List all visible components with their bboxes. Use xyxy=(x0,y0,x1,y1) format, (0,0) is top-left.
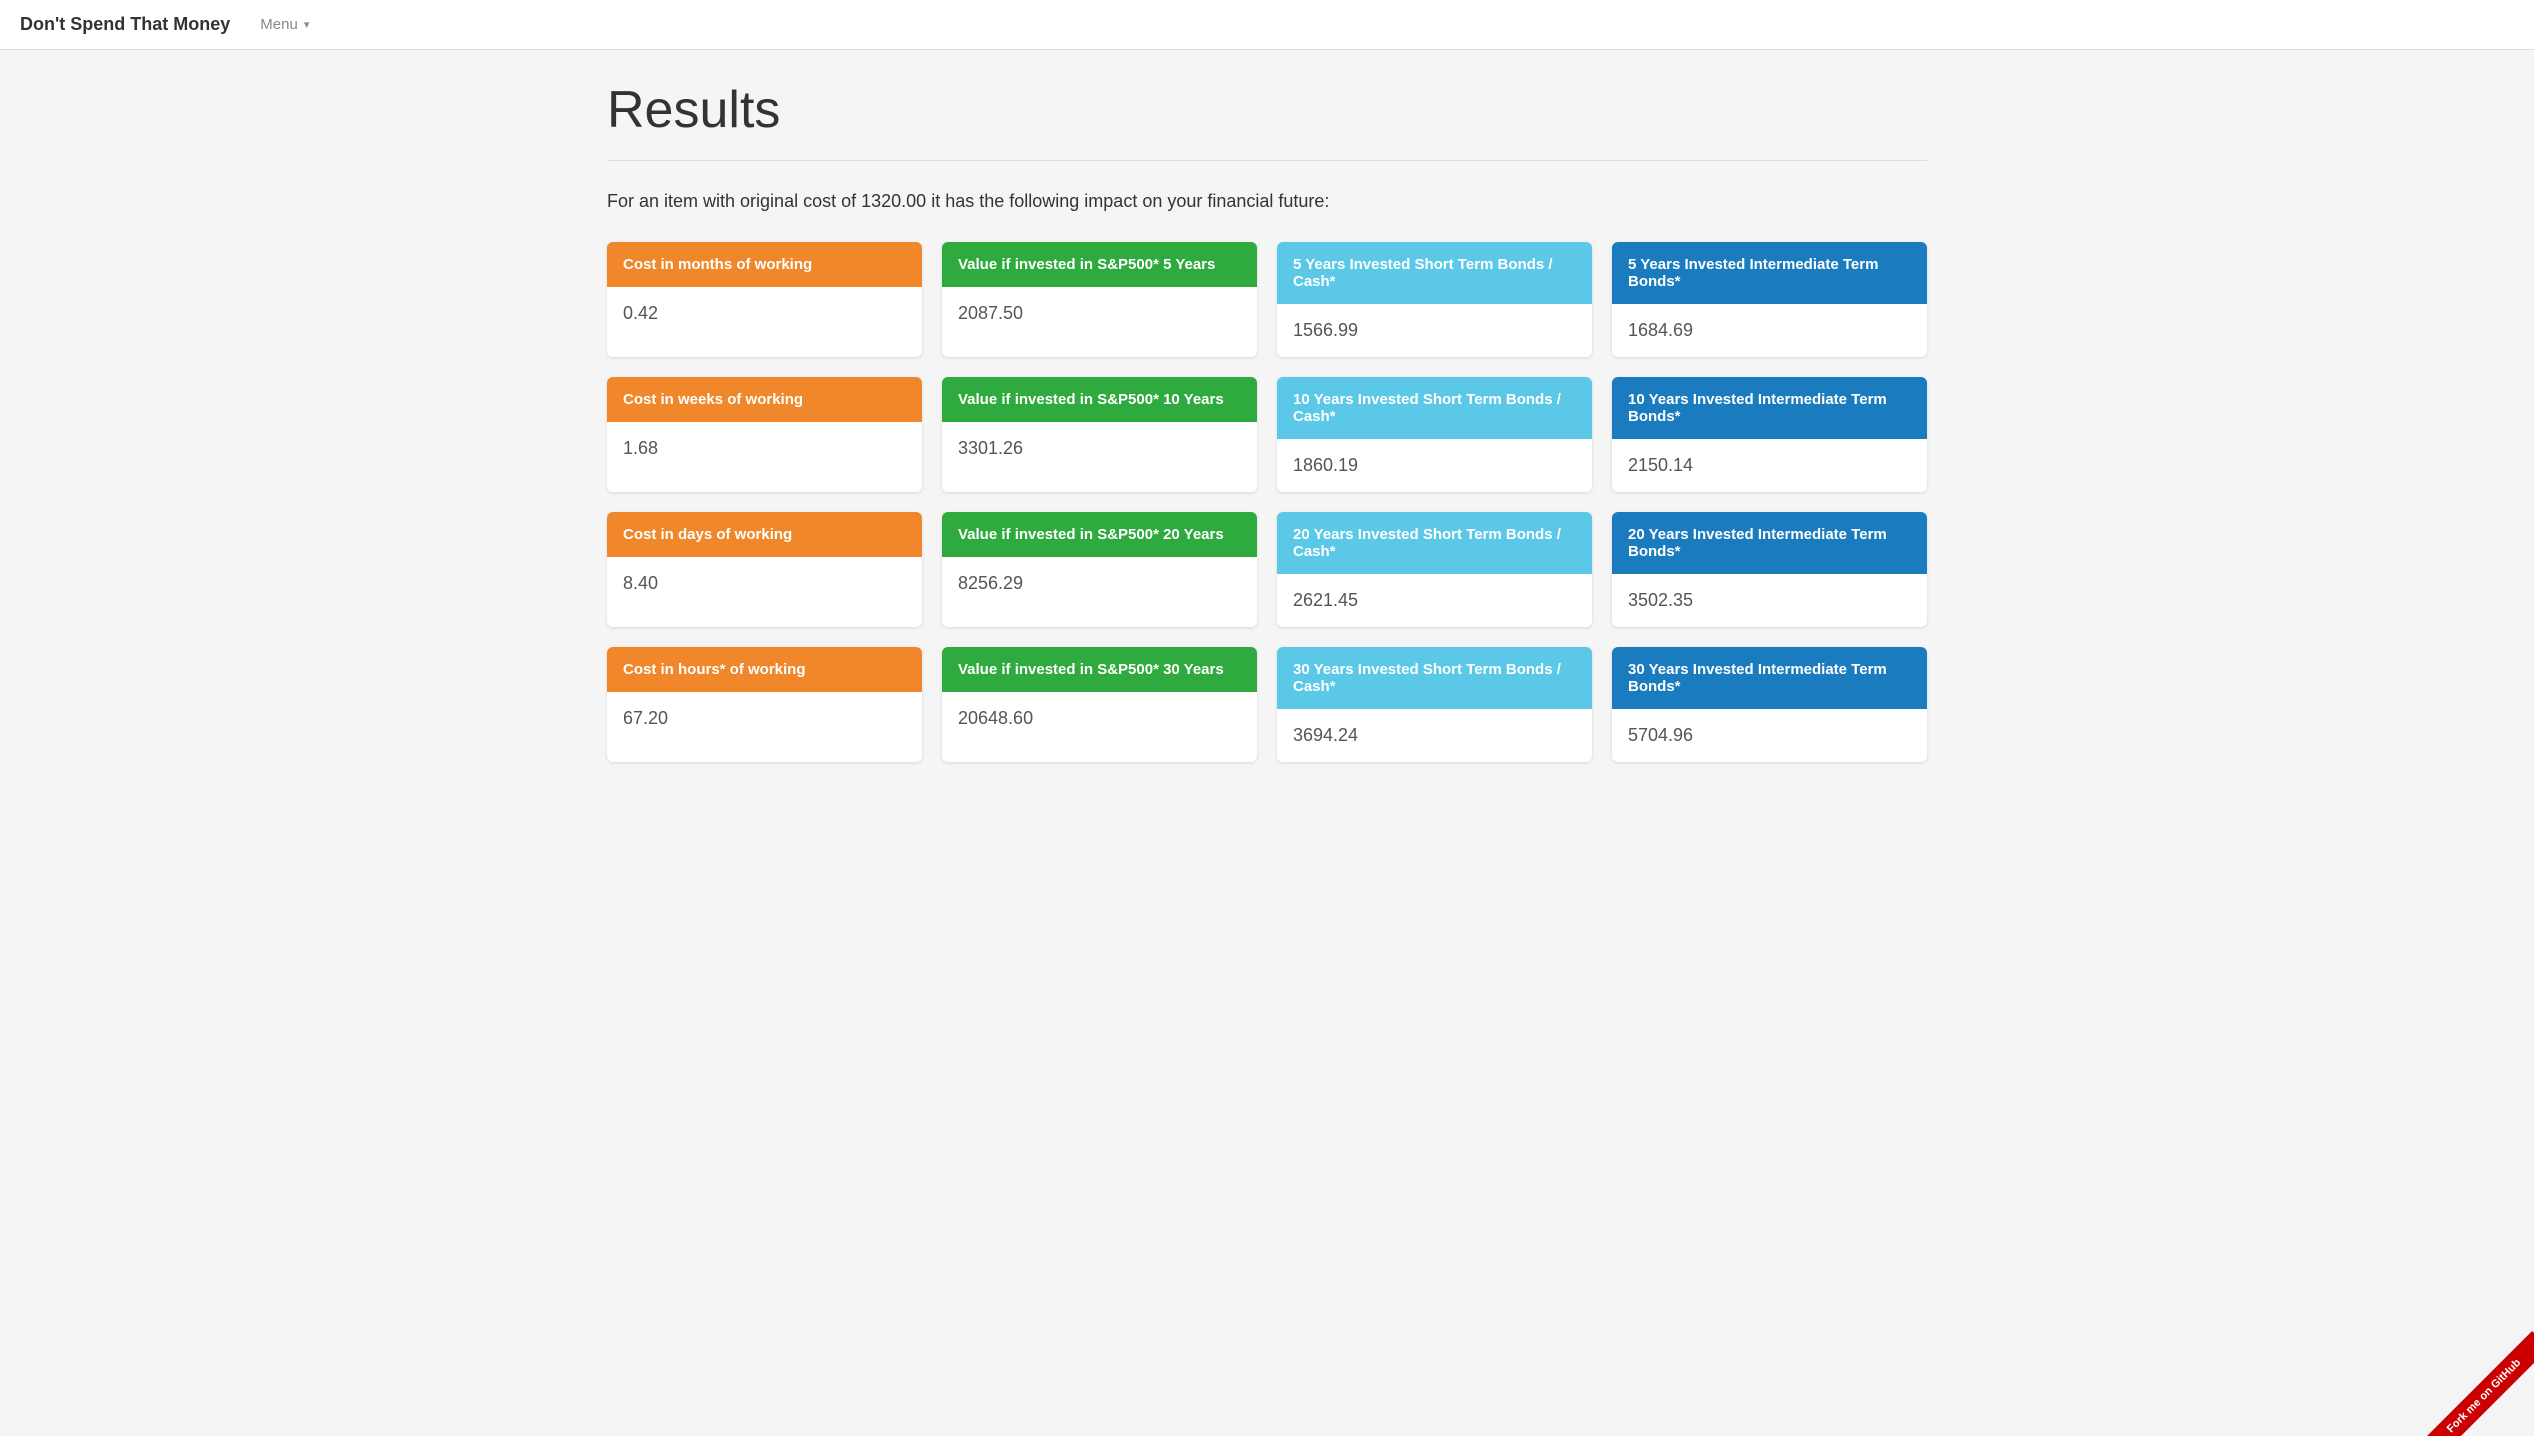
green-card-value-1: 3301.26 xyxy=(942,422,1257,475)
dark-blue-card-3: 30 Years Invested Intermediate Term Bond… xyxy=(1612,647,1927,762)
green-card-2: Value if invested in S&P500* 20 Years 82… xyxy=(942,512,1257,627)
github-link[interactable]: Fork me on GitHub xyxy=(2419,1331,2534,1436)
orange-card-0: Cost in months of working 0.42 xyxy=(607,242,922,357)
green-card-value-0: 2087.50 xyxy=(942,287,1257,340)
orange-card-header-2: Cost in days of working xyxy=(607,512,922,557)
chevron-down-icon: ▾ xyxy=(304,18,310,31)
green-card-header-3: Value if invested in S&P500* 30 Years xyxy=(942,647,1257,692)
light-blue-card-header-3: 30 Years Invested Short Term Bonds / Cas… xyxy=(1277,647,1592,709)
orange-card-value-2: 8.40 xyxy=(607,557,922,610)
main-container: Results For an item with original cost o… xyxy=(567,50,1967,792)
github-ribbon: Fork me on GitHub xyxy=(2414,1316,2534,1436)
menu-button[interactable]: Menu ▾ xyxy=(260,16,309,33)
green-card-value-2: 8256.29 xyxy=(942,557,1257,610)
light-blue-card-value-1: 1860.19 xyxy=(1277,439,1592,492)
green-card-header-2: Value if invested in S&P500* 20 Years xyxy=(942,512,1257,557)
light-blue-card-1: 10 Years Invested Short Term Bonds / Cas… xyxy=(1277,377,1592,492)
orange-card-1: Cost in weeks of working 1.68 xyxy=(607,377,922,492)
light-blue-card-value-2: 2621.45 xyxy=(1277,574,1592,627)
light-blue-card-header-0: 5 Years Invested Short Term Bonds / Cash… xyxy=(1277,242,1592,304)
dark-blue-card-value-0: 1684.69 xyxy=(1612,304,1927,357)
light-blue-card-value-3: 3694.24 xyxy=(1277,709,1592,762)
dark-blue-card-header-1: 10 Years Invested Intermediate Term Bond… xyxy=(1612,377,1927,439)
dark-blue-card-header-2: 20 Years Invested Intermediate Term Bond… xyxy=(1612,512,1927,574)
green-card-value-3: 20648.60 xyxy=(942,692,1257,745)
orange-card-2: Cost in days of working 8.40 xyxy=(607,512,922,627)
dark-blue-card-value-1: 2150.14 xyxy=(1612,439,1927,492)
dark-blue-card-header-0: 5 Years Invested Intermediate Term Bonds… xyxy=(1612,242,1927,304)
light-blue-card-3: 30 Years Invested Short Term Bonds / Cas… xyxy=(1277,647,1592,762)
results-grid: Cost in months of working 0.42 Value if … xyxy=(607,242,1927,762)
light-blue-card-0: 5 Years Invested Short Term Bonds / Cash… xyxy=(1277,242,1592,357)
light-blue-card-2: 20 Years Invested Short Term Bonds / Cas… xyxy=(1277,512,1592,627)
page-title: Results xyxy=(607,80,1927,140)
orange-card-header-1: Cost in weeks of working xyxy=(607,377,922,422)
green-card-header-1: Value if invested in S&P500* 10 Years xyxy=(942,377,1257,422)
original-cost: 1320.00 xyxy=(861,191,926,211)
light-blue-card-value-0: 1566.99 xyxy=(1277,304,1592,357)
green-card-3: Value if invested in S&P500* 30 Years 20… xyxy=(942,647,1257,762)
dark-blue-card-value-3: 5704.96 xyxy=(1612,709,1927,762)
orange-card-value-0: 0.42 xyxy=(607,287,922,340)
orange-card-header-3: Cost in hours* of working xyxy=(607,647,922,692)
navbar-brand[interactable]: Don't Spend That Money xyxy=(20,14,230,35)
orange-card-value-1: 1.68 xyxy=(607,422,922,475)
green-card-0: Value if invested in S&P500* 5 Years 208… xyxy=(942,242,1257,357)
orange-card-header-0: Cost in months of working xyxy=(607,242,922,287)
dark-blue-card-value-2: 3502.35 xyxy=(1612,574,1927,627)
green-card-header-0: Value if invested in S&P500* 5 Years xyxy=(942,242,1257,287)
orange-card-3: Cost in hours* of working 67.20 xyxy=(607,647,922,762)
summary-prefix: For an item with original cost of xyxy=(607,191,856,211)
navbar: Don't Spend That Money Menu ▾ xyxy=(0,0,2534,50)
orange-card-value-3: 67.20 xyxy=(607,692,922,745)
dark-blue-card-header-3: 30 Years Invested Intermediate Term Bond… xyxy=(1612,647,1927,709)
light-blue-card-header-1: 10 Years Invested Short Term Bonds / Cas… xyxy=(1277,377,1592,439)
green-card-1: Value if invested in S&P500* 10 Years 33… xyxy=(942,377,1257,492)
divider xyxy=(607,160,1927,161)
dark-blue-card-1: 10 Years Invested Intermediate Term Bond… xyxy=(1612,377,1927,492)
light-blue-card-header-2: 20 Years Invested Short Term Bonds / Cas… xyxy=(1277,512,1592,574)
dark-blue-card-2: 20 Years Invested Intermediate Term Bond… xyxy=(1612,512,1927,627)
summary-text: For an item with original cost of 1320.0… xyxy=(607,191,1927,212)
dark-blue-card-0: 5 Years Invested Intermediate Term Bonds… xyxy=(1612,242,1927,357)
menu-label: Menu xyxy=(260,16,298,33)
summary-suffix: it has the following impact on your fina… xyxy=(931,191,1329,211)
